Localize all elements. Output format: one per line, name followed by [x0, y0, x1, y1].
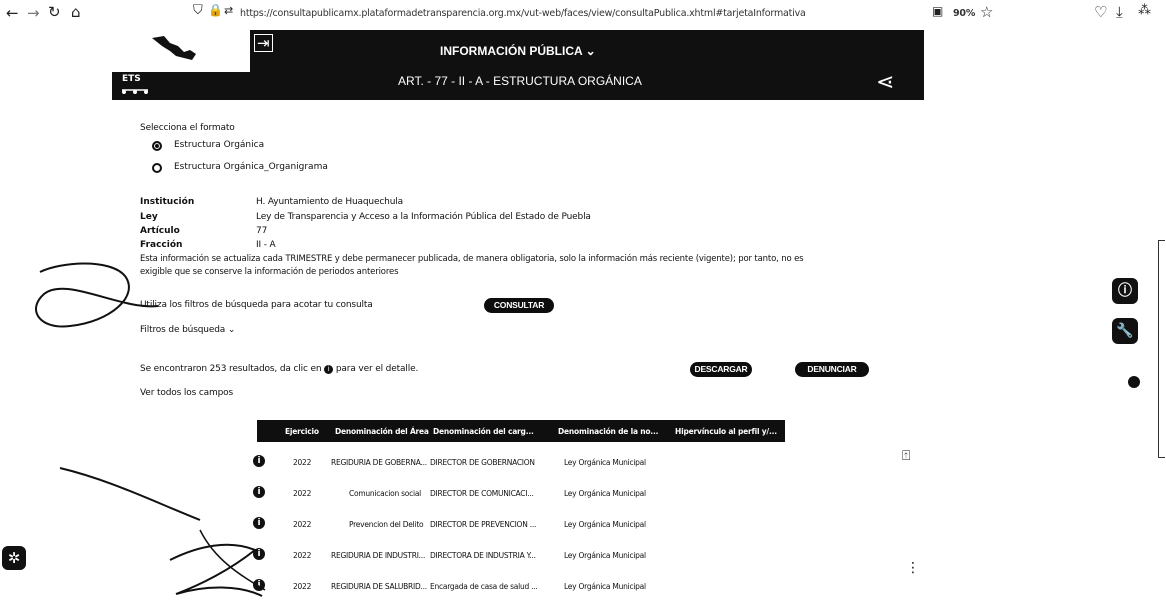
format-option-label: Estructura Orgánica_Organigrama	[174, 162, 328, 172]
lock-icon[interactable]: 🔒	[208, 3, 223, 17]
update-notice: Esta información se actualiza cada TRIME…	[140, 254, 804, 264]
row-info-icon[interactable]: i	[253, 486, 265, 498]
search-hint: Utiliza los filtros de búsqueda para aco…	[140, 300, 373, 310]
cell-normativa: Ley Orgánica Municipal	[564, 582, 646, 591]
accessibility-widget-icon[interactable]: ✲	[2, 546, 26, 570]
chevron-down-icon: ⌄	[227, 325, 236, 335]
browser-toolbar: ← → ↻ ⌂ ⛉ 🔒 ⇄ https://consultapublicamx.…	[0, 0, 1166, 28]
institucion-label: Institución	[140, 197, 195, 207]
format-option-label: Estructura Orgánica	[174, 140, 265, 150]
cell-cargo: DIRECTOR DE GOBERNACION	[430, 458, 535, 467]
ley-label: Ley	[140, 212, 158, 222]
cell-ejercicio: 2022	[293, 551, 312, 560]
cell-area: REGIDURIA DE SALUBRID...	[331, 582, 427, 591]
filters-label: Filtros de búsqueda	[140, 325, 226, 335]
reader-view-icon[interactable]: ▣	[932, 4, 943, 18]
page-subtitle: ART. - 77 - II - A - ESTRUCTURA ORGÁNICA	[398, 74, 642, 88]
download-icon[interactable]: ⤓	[1116, 3, 1123, 21]
bookmark-star-icon[interactable]: ☆	[980, 3, 993, 21]
url-bar[interactable]: https://consultapublicamx.plataformadetr…	[240, 8, 806, 19]
fraccion-value: II - A	[256, 240, 276, 250]
table-row[interactable]: i 2022 REGIDURIA DE GOBERNA... DIRECTOR …	[253, 448, 785, 478]
share-icon[interactable]: ⋖	[876, 70, 894, 95]
side-panel-edge	[1158, 240, 1165, 458]
forward-arrow-icon[interactable]: →	[27, 4, 40, 22]
row-info-icon[interactable]: i	[253, 579, 265, 591]
info-icon: i	[324, 365, 334, 374]
page-header: ETS ⇥ INFORMACIÓN PÚBLICA ⌄ ART. - 77 - …	[112, 30, 924, 100]
help-dot-icon[interactable]	[1128, 376, 1140, 388]
permissions-icon[interactable]: ⇄	[224, 4, 233, 17]
section-title: INFORMACIÓN PÚBLICA	[440, 44, 583, 58]
cell-area: Prevencion del Delito	[349, 520, 424, 529]
ets-logo-icon	[122, 89, 148, 94]
column-header-hipervinculo[interactable]: Hipervínculo al perfil y/...	[675, 427, 777, 436]
table-row[interactable]: i 2022 Comunicacion social DIRECTOR DE C…	[253, 479, 785, 509]
exit-icon[interactable]: ⇥	[254, 34, 273, 52]
view-all-fields-link[interactable]: Ver todos los campos	[140, 388, 233, 398]
scroll-top-icon[interactable]: ⍐	[902, 448, 910, 464]
cell-normativa: Ley Orgánica Municipal	[564, 520, 646, 529]
update-notice-cont: exigible que se conserve la información …	[140, 267, 399, 277]
cell-cargo: DIRECTOR DE COMUNICACI...	[430, 489, 534, 498]
column-header-cargo[interactable]: Denominación del carg...	[433, 427, 534, 436]
reload-icon[interactable]: ↻	[48, 3, 61, 21]
row-info-icon[interactable]: i	[253, 517, 265, 529]
radio-unselected[interactable]	[152, 163, 162, 173]
fraccion-label: Fracción	[140, 240, 183, 250]
cell-ejercicio: 2022	[293, 582, 312, 591]
chevron-down-icon: ⌄	[585, 44, 596, 58]
descargar-button[interactable]: DESCARGAR	[690, 362, 752, 377]
results-summary-prefix: Se encontraron 253 resultados, da clic e…	[140, 364, 322, 374]
column-header-normativa[interactable]: Denominación de la no...	[558, 427, 658, 436]
table-header: Ejercicio Denominación del Área Denomina…	[257, 420, 785, 442]
table-row[interactable]: i 2022 REGIDURIA DE INDUSTRI... DIRECTOR…	[253, 541, 785, 571]
cell-area: REGIDURIA DE GOBERNA...	[331, 458, 427, 467]
format-label: Selecciona el formato	[140, 123, 235, 133]
ley-value: Ley de Transparencia y Acceso a la Infor…	[256, 212, 591, 222]
table-row[interactable]: i 2022 REGIDURIA DE SALUBRID... Encargad…	[253, 572, 785, 602]
more-options-icon[interactable]: ⋮	[906, 560, 920, 576]
home-icon[interactable]: ⌂	[71, 3, 81, 21]
cell-area: REGIDURIA DE INDUSTRI...	[331, 551, 426, 560]
section-dropdown[interactable]: INFORMACIÓN PÚBLICA ⌄	[440, 44, 596, 58]
zoom-level[interactable]: 90%	[953, 8, 975, 19]
table-row[interactable]: i 2022 DIRECTOR DE PREVENCION ... Preven…	[253, 510, 785, 540]
results-summary-suffix: para ver el detalle.	[335, 364, 419, 374]
cell-normativa: Ley Orgánica Municipal	[564, 458, 646, 467]
results-summary: Se encontraron 253 resultados, da clic e…	[140, 364, 418, 374]
tools-wrench-button[interactable]: 🔧	[1112, 318, 1138, 344]
cell-cargo: Encargada de casa de salud ...	[430, 582, 538, 591]
accessibility-info-button[interactable]: ⓘ	[1112, 278, 1138, 304]
cell-area: Comunicacion social	[349, 489, 422, 498]
filters-toggle[interactable]: Filtros de búsqueda ⌄	[140, 325, 235, 335]
cell-ejercicio: 2022	[293, 458, 312, 467]
cell-cargo: DIRECTORA DE INDUSTRIA Y...	[430, 551, 536, 560]
denunciar-button[interactable]: DENUNCIAR	[795, 362, 869, 377]
articulo-label: Artículo	[140, 226, 180, 236]
pocket-icon[interactable]: ♡	[1094, 3, 1107, 21]
cell-ejercicio: 2022	[293, 489, 312, 498]
logo-text: ETS	[122, 74, 141, 84]
cell-ejercicio: 2022	[293, 520, 312, 529]
row-info-icon[interactable]: i	[253, 548, 265, 560]
radio-selected[interactable]	[152, 141, 162, 151]
consultar-button[interactable]: CONSULTAR	[484, 298, 554, 313]
logo-area	[112, 30, 250, 72]
extensions-icon[interactable]: ⁂	[1138, 3, 1151, 18]
cell-normativa: Ley Orgánica Municipal	[564, 489, 646, 498]
cell-cargo: DIRECTOR DE PREVENCION ...	[430, 520, 537, 529]
row-info-icon[interactable]: i	[253, 455, 265, 467]
shield-icon[interactable]: ⛉	[193, 3, 203, 18]
institucion-value: H. Ayuntamiento de Huaquechula	[256, 197, 403, 207]
back-arrow-icon[interactable]: ←	[6, 4, 19, 22]
column-header-area[interactable]: Denominación del Área	[335, 427, 429, 436]
column-header-ejercicio[interactable]: Ejercicio	[285, 427, 319, 436]
mexico-map-icon	[152, 36, 196, 60]
articulo-value: 77	[256, 226, 268, 236]
cell-normativa: Ley Orgánica Municipal	[564, 551, 646, 560]
